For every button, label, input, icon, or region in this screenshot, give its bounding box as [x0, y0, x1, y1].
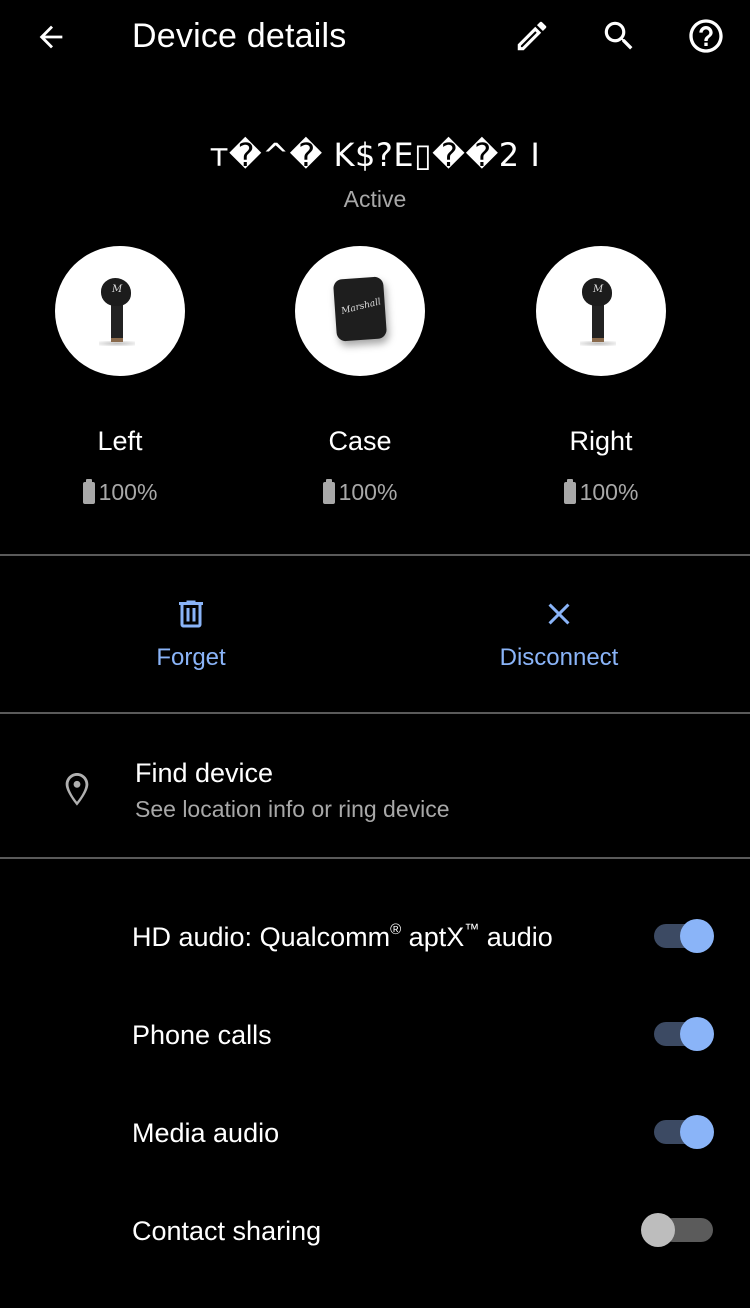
component-left: M Left 100% [30, 246, 210, 506]
search-button[interactable] [597, 14, 641, 58]
label-part: HD audio: Qualcomm [132, 922, 391, 952]
trash-icon [179, 600, 203, 628]
search-icon [604, 21, 633, 50]
rename-button[interactable] [510, 14, 554, 58]
contact-sharing-switch[interactable] [641, 1213, 713, 1247]
hd-audio-switch[interactable] [654, 919, 714, 953]
toggle-row-media-audio[interactable]: Media audio [0, 1115, 750, 1218]
registered-mark: ® [390, 921, 402, 938]
component-right: M Right 100% [511, 246, 691, 506]
phone-calls-label: Phone calls [132, 1020, 272, 1050]
edit-pencil-icon [517, 21, 547, 51]
battery-full-icon [563, 478, 576, 504]
help-circle-icon [689, 19, 723, 53]
component-label: Right [569, 426, 633, 456]
divider [0, 857, 750, 859]
action-buttons: Forget Disconnect [0, 556, 750, 712]
back-button[interactable] [30, 16, 72, 58]
media-audio-label: Media audio [132, 1118, 280, 1148]
battery-percent: 100% [579, 479, 639, 505]
forget-button[interactable]: Forget [111, 556, 271, 712]
component-label: Case [328, 426, 392, 456]
trademark-mark: ™ [464, 921, 480, 938]
battery-status: 100% [30, 478, 210, 506]
hd-audio-label: HD audio: Qualcomm® aptX™ audio [132, 921, 553, 952]
toggle-row-phone-calls[interactable]: Phone calls [0, 1017, 750, 1120]
device-header: ᴛ�^� K$?E▯��2 I Active [0, 136, 750, 213]
page-title: Device details [132, 17, 347, 55]
forget-label: Forget [156, 644, 226, 671]
find-device-subtitle: See location info or ring device [135, 796, 450, 822]
toggle-row-hd-audio[interactable]: HD audio: Qualcomm® aptX™ audio [0, 919, 750, 1022]
device-components: M Left 100% Marshall Case 100% M Right 1 [0, 246, 750, 516]
label-part: audio [479, 922, 553, 952]
help-button[interactable] [684, 14, 728, 58]
component-case: Marshall Case 100% [270, 246, 450, 506]
battery-status: 100% [270, 478, 450, 506]
location-pin-icon [65, 773, 89, 806]
battery-percent: 100% [338, 479, 398, 505]
right-earbud-image: M [536, 246, 666, 376]
battery-percent: 100% [98, 479, 158, 505]
find-device-title: Find device [135, 758, 274, 788]
contact-sharing-label: Contact sharing [132, 1216, 322, 1246]
phone-calls-switch[interactable] [654, 1017, 714, 1051]
find-device-item[interactable]: Find device See location info or ring de… [0, 714, 750, 858]
back-arrow-icon [39, 25, 63, 49]
battery-status: 100% [511, 478, 691, 506]
disconnect-button[interactable]: Disconnect [459, 556, 659, 712]
media-audio-switch[interactable] [654, 1115, 714, 1149]
battery-full-icon [322, 478, 335, 504]
app-bar: Device details [0, 0, 750, 76]
device-name: ᴛ�^� K$?E▯��2 I [209, 136, 541, 174]
device-status: Active [343, 186, 407, 212]
close-x-icon [548, 603, 570, 625]
left-earbud-image: M [55, 246, 185, 376]
charging-case-image: Marshall [295, 246, 425, 376]
component-label: Left [97, 426, 143, 456]
toggle-row-contact-sharing[interactable]: Contact sharing [0, 1213, 750, 1308]
battery-full-icon [82, 478, 95, 504]
label-part: aptX [401, 922, 465, 952]
disconnect-label: Disconnect [499, 644, 619, 671]
